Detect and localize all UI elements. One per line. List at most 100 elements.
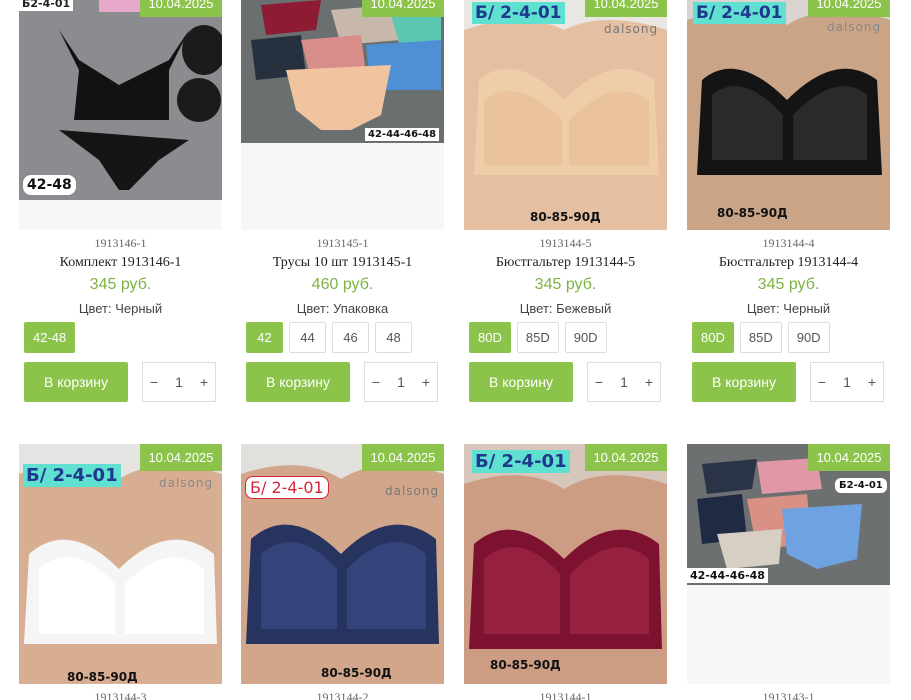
date-badge: 10.04.2025	[362, 444, 444, 471]
quantity-value[interactable]: 1	[610, 374, 638, 390]
product-price: 345 руб.	[534, 276, 597, 293]
add-to-cart-button[interactable]: В корзину	[692, 362, 796, 402]
size-option[interactable]: 42-48	[24, 322, 76, 353]
product-sku: 1913144-1	[539, 690, 592, 700]
add-to-cart-button[interactable]: В корзину	[24, 362, 128, 402]
brand-mark: dalsong	[159, 476, 214, 490]
quantity-stepper: − 1 +	[364, 362, 438, 402]
size-option[interactable]: 80D	[469, 322, 511, 353]
sticker-top: Б/ 2-4-01	[693, 2, 786, 24]
product-card[interactable]: Б/ 2-4-01 dalsong 80-85-90Д 10.04.2025 1…	[241, 444, 444, 700]
brand-mark: dalsong	[385, 484, 440, 498]
buy-row: В корзину − 1 +	[19, 362, 222, 402]
plus-button[interactable]: +	[415, 374, 437, 390]
quantity-value[interactable]: 1	[833, 374, 861, 390]
size-option[interactable]: 85D	[516, 322, 559, 353]
product-color: Цвет: Бежевый	[519, 301, 612, 316]
date-badge: 10.04.2025	[808, 444, 890, 471]
sticker-top: Б/ 2-4-01	[472, 450, 570, 473]
product-card[interactable]: Б/ 2-4-01 dalsong 80-85-90Д 10.04.2025 1…	[687, 0, 890, 402]
product-title[interactable]: Трусы 10 шт 1913145-1	[241, 255, 444, 273]
product-image[interactable]: 42-44-46-48 10.04.2025	[241, 0, 444, 230]
sticker-size: 80-85-90Д	[490, 658, 561, 672]
product-image[interactable]: Б/ 2-4-01 dalsong 80-85-90Д 10.04.2025	[687, 0, 890, 230]
sticker-top: Б2-4-01	[835, 478, 887, 493]
add-to-cart-button[interactable]: В корзину	[469, 362, 573, 402]
product-sku: 1913146-1	[94, 236, 147, 250]
sticker-size: 80-85-90Д	[67, 670, 138, 684]
sticker-size: 80-85-90Д	[717, 206, 788, 220]
sticker-top: Б/ 2-4-01	[23, 464, 121, 487]
product-title[interactable]: Бюстгальтер 1913144-4	[687, 255, 890, 273]
product-card[interactable]: 42-44-46-48 10.04.2025 1913145-1 Трусы 1…	[241, 0, 444, 402]
buy-row: В корзину − 1 +	[241, 362, 444, 402]
product-color: Цвет: Упаковка	[296, 301, 389, 316]
size-option[interactable]: 90D	[787, 322, 830, 353]
sticker-size: 80-85-90Д	[530, 210, 601, 224]
add-to-cart-button[interactable]: В корзину	[246, 362, 350, 402]
product-image[interactable]: Б/ 2-4-01 dalsong 80-85-90Д 10.04.2025	[241, 444, 444, 684]
product-card[interactable]: Б/ 2-4-01 80-85-90Д 10.04.2025 1913144-1	[464, 444, 667, 700]
size-options: 42-48	[19, 322, 222, 353]
product-sku: 1913145-1	[316, 236, 369, 250]
product-image[interactable]: Б/ 2-4-01 dalsong 80-85-90Д 10.04.2025	[19, 444, 222, 684]
plus-button[interactable]: +	[638, 374, 660, 390]
date-badge: 10.04.2025	[585, 444, 667, 471]
sticker-size: 80-85-90Д	[321, 666, 392, 680]
product-sku: 1913144-5	[539, 236, 592, 250]
size-option[interactable]: 80D	[692, 322, 734, 353]
plus-button[interactable]: +	[193, 374, 215, 390]
size-option[interactable]: 42	[246, 322, 283, 353]
product-sku: 1913144-2	[316, 690, 369, 700]
quantity-stepper: − 1 +	[142, 362, 216, 402]
quantity-stepper: − 1 +	[587, 362, 661, 402]
product-color: Цвет: Черный	[78, 301, 163, 316]
buy-row: В корзину − 1 +	[687, 362, 890, 402]
product-title[interactable]: Комплект 1913146-1	[19, 255, 222, 273]
date-badge: 10.04.2025	[140, 444, 222, 471]
sticker-size: 42-44-46-48	[365, 128, 440, 141]
sticker-size: 42-48	[23, 175, 76, 195]
size-option[interactable]: 90D	[564, 322, 607, 353]
sticker-top: Б/ 2-4-01	[472, 2, 565, 24]
product-card[interactable]: Б2-4-01 42-48 10.04.2025 1913146-1 Компл…	[19, 0, 222, 402]
product-sku: 1913143-1	[762, 690, 815, 700]
quantity-value[interactable]: 1	[165, 374, 193, 390]
product-price: 345 руб.	[89, 276, 152, 293]
product-sku: 1913144-3	[94, 690, 147, 700]
minus-button[interactable]: −	[811, 374, 833, 390]
product-image[interactable]: Б/ 2-4-01 dalsong 80-85-90Д 10.04.2025	[464, 0, 667, 230]
size-option[interactable]: 48	[375, 322, 412, 353]
product-photo	[241, 0, 444, 143]
product-photo	[19, 0, 222, 200]
minus-button[interactable]: −	[588, 374, 610, 390]
brand-mark: dalsong	[827, 20, 882, 34]
product-image[interactable]: Б2-4-01 42-48 10.04.2025	[19, 0, 222, 230]
quantity-value[interactable]: 1	[387, 374, 415, 390]
size-option[interactable]: 44	[289, 322, 326, 353]
minus-button[interactable]: −	[143, 374, 165, 390]
minus-button[interactable]: −	[365, 374, 387, 390]
product-card[interactable]: Б/ 2-4-01 dalsong 80-85-90Д 10.04.2025 1…	[464, 0, 667, 402]
size-option[interactable]: 46	[332, 322, 369, 353]
product-image[interactable]: Б/ 2-4-01 80-85-90Д 10.04.2025	[464, 444, 667, 684]
product-card[interactable]: Б2-4-01 42-44-46-48 10.04.2025 1913143-1	[687, 444, 890, 700]
product-title[interactable]: Бюстгальтер 1913144-5	[464, 255, 667, 273]
plus-button[interactable]: +	[861, 374, 883, 390]
product-photo	[687, 0, 890, 230]
sticker-top: Б/ 2-4-01	[245, 476, 329, 499]
product-color: Цвет: Черный	[746, 301, 831, 316]
product-card[interactable]: Б/ 2-4-01 dalsong 80-85-90Д 10.04.2025 1…	[19, 444, 222, 700]
brand-mark: dalsong	[604, 22, 659, 36]
size-options: 80D 85D 90D	[464, 322, 667, 353]
date-badge: 10.04.2025	[808, 0, 890, 17]
date-badge: 10.04.2025	[140, 0, 222, 17]
quantity-stepper: − 1 +	[810, 362, 884, 402]
size-option[interactable]: 85D	[739, 322, 782, 353]
product-image[interactable]: Б2-4-01 42-44-46-48 10.04.2025	[687, 444, 890, 684]
date-badge: 10.04.2025	[585, 0, 667, 17]
product-sku: 1913144-4	[762, 236, 815, 250]
product-price: 460 руб.	[311, 276, 374, 293]
size-options: 80D 85D 90D	[687, 322, 890, 353]
date-badge: 10.04.2025	[362, 0, 444, 17]
